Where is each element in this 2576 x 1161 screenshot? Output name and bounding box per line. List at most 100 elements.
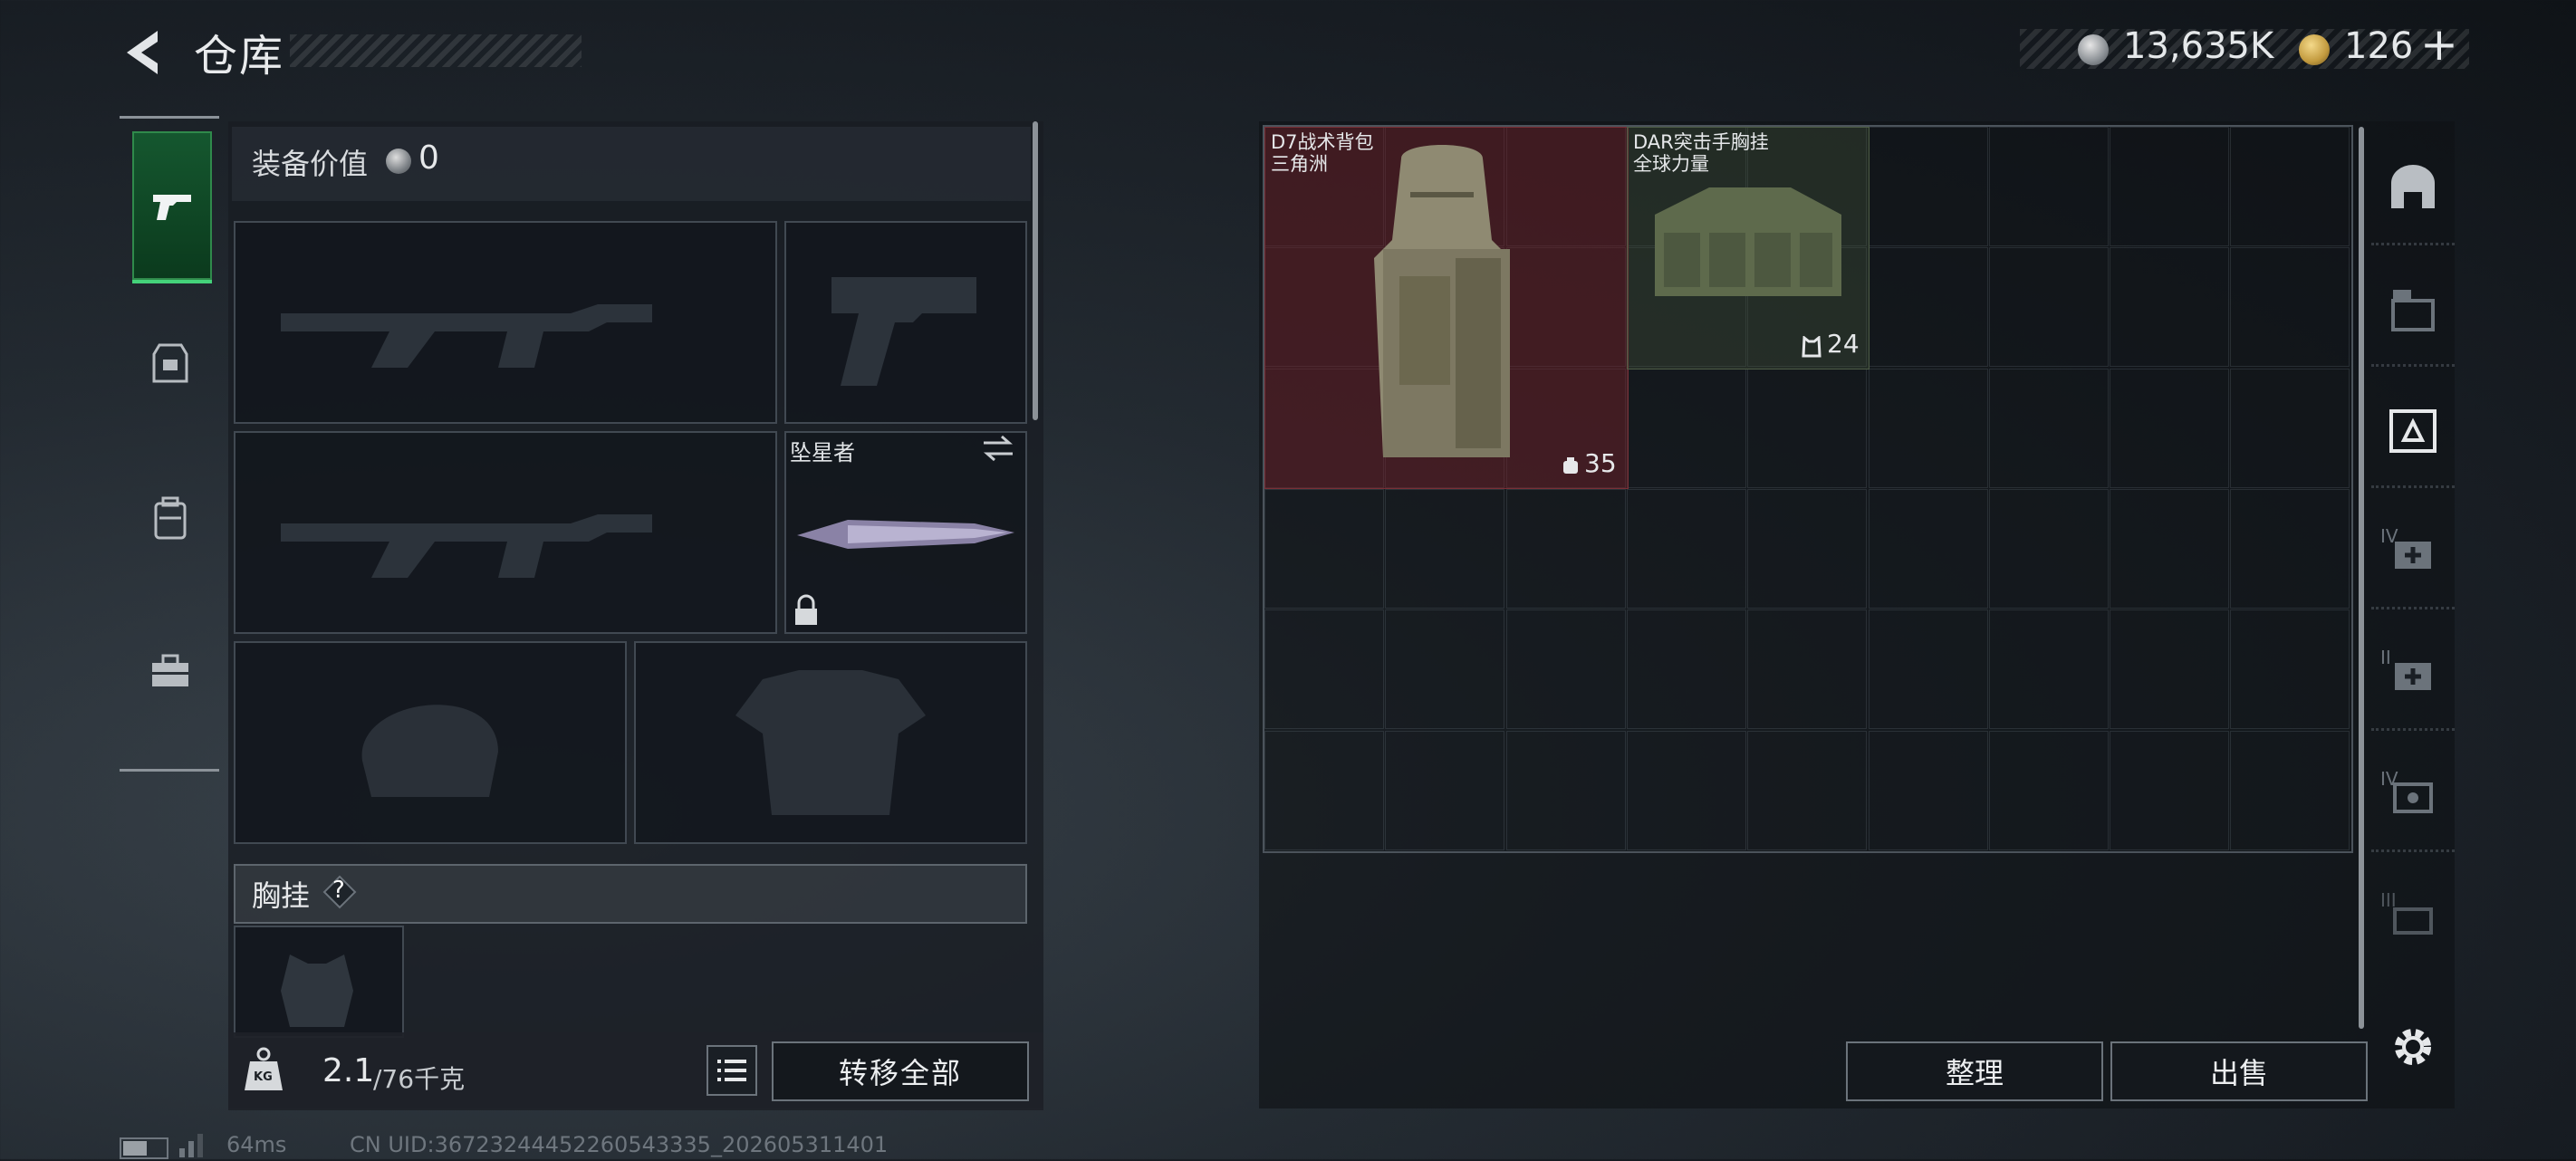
- storage-scrollbar[interactable]: [2359, 127, 2364, 1029]
- armor-silhouette-icon: [735, 670, 926, 815]
- storage-grid-cell[interactable]: [2110, 127, 2230, 246]
- storage-grid-cell[interactable]: [1868, 127, 1988, 246]
- storage-grid-cell[interactable]: [1264, 609, 1384, 730]
- category-weapons-tab[interactable]: [132, 131, 212, 283]
- storage-tab-medical-iv[interactable]: IV: [2371, 498, 2455, 609]
- storage-tab-active[interactable]: [2371, 377, 2455, 488]
- storage-grid-cell[interactable]: [1264, 730, 1384, 850]
- storage-grid-cell[interactable]: [1264, 488, 1384, 609]
- silver-coin-icon: [386, 149, 411, 174]
- storage-tab-all[interactable]: [2371, 134, 2455, 245]
- tier-badge: IV: [2380, 768, 2398, 790]
- storage-grid-cell[interactable]: [2230, 730, 2350, 850]
- storage-grid-cell[interactable]: [1385, 488, 1505, 609]
- item-source: 三角洲: [1271, 153, 1328, 175]
- sort-button[interactable]: 整理: [1846, 1041, 2103, 1101]
- storage-grid-cell[interactable]: [1868, 730, 1988, 850]
- storage-grid-cell[interactable]: [1988, 368, 2109, 488]
- storage-item-chest-rig[interactable]: DAR突击手胸挂 全球力量 24: [1627, 127, 1870, 369]
- storage-grid-cell[interactable]: [1988, 609, 2109, 730]
- storage-grid-cell[interactable]: [1626, 368, 1746, 488]
- transfer-all-button[interactable]: 转移全部: [772, 1041, 1029, 1101]
- storage-grid-cell[interactable]: [1988, 247, 2109, 368]
- pistol-slot[interactable]: [784, 221, 1027, 424]
- storage-grid-cell[interactable]: [1626, 730, 1746, 850]
- storage-grid-cell[interactable]: [1385, 730, 1505, 850]
- storage-grid-cell[interactable]: [2230, 368, 2350, 488]
- help-icon[interactable]: ?: [322, 875, 357, 909]
- gold-currency-value: 126: [2344, 25, 2414, 67]
- storage-grid-cell[interactable]: [1385, 609, 1505, 730]
- carry-weight-current: 2.1: [322, 1052, 375, 1089]
- storage-grid-cell[interactable]: [1988, 488, 2109, 609]
- storage-grid-cell[interactable]: [2230, 488, 2350, 609]
- storage-grid-cell[interactable]: [2110, 730, 2230, 850]
- storage-category-rail: IV II IV III: [2371, 125, 2455, 1031]
- storage-grid-cell[interactable]: [1747, 609, 1868, 730]
- helmet-silhouette-icon: [361, 705, 498, 797]
- storage-grid-cell[interactable]: [1626, 609, 1746, 730]
- item-capacity: 24: [1827, 329, 1860, 359]
- storage-grid-cell[interactable]: [2110, 488, 2230, 609]
- storage-grid-cell[interactable]: [1505, 609, 1626, 730]
- armor-icon: [152, 343, 188, 383]
- swap-icon[interactable]: [980, 433, 1016, 464]
- primary-weapon-slot-2[interactable]: [234, 431, 777, 634]
- storage-grid-cell[interactable]: [2110, 368, 2230, 488]
- melee-knife-icon: [797, 520, 1014, 549]
- storage-tab-2[interactable]: [2371, 255, 2455, 367]
- storage-grid-cell[interactable]: [1626, 488, 1746, 609]
- storage-grid-cell[interactable]: [1988, 127, 2109, 246]
- storage-grid-cell[interactable]: [1747, 488, 1868, 609]
- storage-grid-cell[interactable]: [2230, 609, 2350, 730]
- category-backpack-tab[interactable]: [132, 446, 208, 591]
- pistol-icon: [153, 195, 191, 220]
- back-arrow-icon: [127, 31, 158, 74]
- silver-coin-icon: [2078, 34, 2109, 65]
- vest-silhouette-icon: [281, 955, 353, 1027]
- storage-grid-cell[interactable]: [1988, 730, 2109, 850]
- storage-grid-cell[interactable]: [2110, 609, 2230, 730]
- chest-rig-slot[interactable]: [234, 926, 404, 1038]
- category-toolbox-tab[interactable]: [132, 599, 208, 744]
- storage-tab-tools-iv[interactable]: IV: [2371, 741, 2455, 852]
- storage-grid-cell[interactable]: [2230, 127, 2350, 246]
- storage-item-backpack[interactable]: D7战术背包 三角洲 35: [1264, 127, 1629, 489]
- case-icon: [2389, 409, 2437, 453]
- pistol-silhouette-icon: [831, 277, 976, 386]
- storage-grid-cell[interactable]: [2230, 247, 2350, 368]
- item-source: 全球力量: [1633, 153, 1709, 175]
- sell-button[interactable]: 出售: [2110, 1041, 2368, 1101]
- storage-grid-cell[interactable]: [1747, 730, 1868, 850]
- list-icon: [717, 1060, 746, 1081]
- category-armor-tab[interactable]: [132, 291, 208, 436]
- equipment-value: 0: [418, 139, 439, 177]
- storage-grid-cell[interactable]: [1868, 247, 1988, 368]
- settings-gear-icon[interactable]: [2388, 1022, 2438, 1072]
- body-armor-slot[interactable]: [634, 641, 1027, 844]
- helmet-slot[interactable]: [234, 641, 627, 844]
- storage-tab-medical-ii[interactable]: II: [2371, 619, 2455, 731]
- lock-icon: [793, 594, 819, 627]
- primary-weapon-slot-1[interactable]: [234, 221, 777, 424]
- title-decoration: [290, 34, 582, 67]
- backpack-capacity-icon: [1561, 456, 1581, 479]
- storage-tab-ammo-iii[interactable]: III: [2371, 862, 2455, 971]
- ping-readout: 64ms: [226, 1132, 287, 1157]
- storage-grid-cell[interactable]: [1747, 368, 1868, 488]
- storage-grid-cell[interactable]: [1868, 609, 1988, 730]
- item-name: D7战术背包: [1271, 131, 1374, 153]
- storage-grid-cell[interactable]: [1868, 368, 1988, 488]
- storage-grid-cell[interactable]: [2110, 247, 2230, 368]
- list-view-button[interactable]: [706, 1045, 757, 1096]
- chest-rig-image: [1655, 187, 1841, 296]
- storage-grid-cell[interactable]: [1505, 488, 1626, 609]
- add-currency-button[interactable]: +: [2420, 18, 2458, 71]
- weight-icon: KG: [243, 1047, 284, 1092]
- equipment-scrollbar[interactable]: [1033, 121, 1038, 420]
- storage-grid-cell[interactable]: [1505, 730, 1626, 850]
- back-button[interactable]: [118, 25, 168, 80]
- user-uid: CN UID:36723244452260543335_202605311401: [350, 1132, 889, 1157]
- storage-grid-cell[interactable]: [1868, 488, 1988, 609]
- warehouse-icon: [2391, 165, 2435, 208]
